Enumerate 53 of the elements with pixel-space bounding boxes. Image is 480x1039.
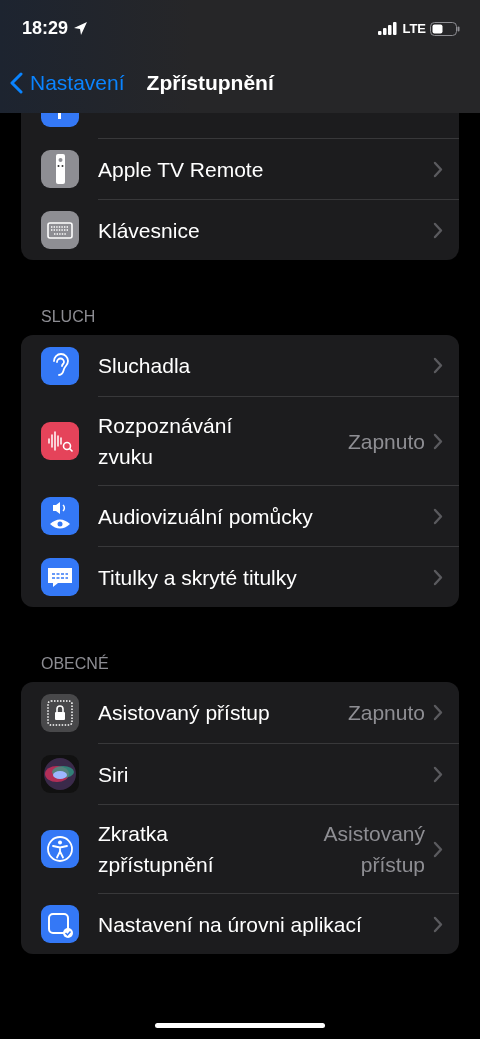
section-header: OBECNÉ [40, 653, 110, 674]
settings-row[interactable]: Siri [21, 743, 459, 804]
siri-icon [41, 754, 79, 793]
signal-icon [378, 22, 399, 35]
speaker-eye-icon [41, 496, 79, 535]
sound-search-icon [41, 421, 79, 460]
chevron-icon [433, 357, 443, 374]
row-label: Titulky a skryté titulky [98, 564, 298, 591]
remote-icon [41, 149, 79, 188]
accessibility-icon [41, 829, 79, 868]
settings-row[interactable]: Zkratka zpřístupnění Asistovaný přístup [21, 804, 459, 893]
chevron-icon [433, 432, 443, 450]
status-time: 18:29 [22, 18, 69, 39]
chevron-icon [433, 160, 443, 178]
settings-row[interactable]: Sluchadla [21, 335, 459, 396]
row-label: Asistovaný přístup [98, 700, 271, 726]
back-button[interactable]: Nastavení [10, 71, 125, 95]
caption-bubble-icon [41, 557, 79, 596]
chevron-icon [433, 704, 443, 721]
settings-row[interactable]: Klávesnice [21, 199, 459, 260]
row-value: Zapnuto [347, 428, 425, 455]
settings-row[interactable]: Rozpoznávání zvuku Zapnuto [21, 396, 459, 485]
chevron-icon [433, 221, 443, 239]
row-label: Siri [98, 761, 130, 788]
row-label: Klávesnice [98, 217, 201, 244]
row-label: Zkratka zpřístupnění [98, 821, 215, 878]
row-label: Audiovizuální pomůcky [98, 503, 314, 530]
chevron-icon [433, 568, 443, 586]
row-value: Asistovaný přístup [323, 821, 425, 878]
chevron-icon [433, 840, 443, 858]
ear-icon [41, 346, 79, 385]
row-label: Sluchadla [98, 353, 192, 379]
chevron-icon [433, 507, 443, 525]
chevron-icon [433, 765, 443, 783]
settings-row[interactable]: Apple TV Remote [21, 138, 459, 199]
lock-icon [41, 693, 79, 732]
settings-row[interactable]: Nastavení na úrovni aplikací [21, 893, 459, 954]
settings-row[interactable]: Titulky a skryté titulky [21, 546, 459, 607]
chevron-icon [433, 915, 443, 933]
battery-icon [430, 21, 460, 36]
settings-row[interactable]: Asistovaný přístup Zapnuto [21, 682, 459, 743]
section-header: SLUCH [40, 307, 97, 327]
row-label: Rozpoznávání zvuku [98, 413, 234, 470]
location-arrow-icon [73, 21, 89, 36]
keyboard-icon [41, 210, 79, 249]
network-type: LTE [402, 21, 426, 36]
page-title: Zpřístupnění [146, 71, 274, 95]
back-chevron-icon [10, 72, 23, 94]
row-value: Zapnuto [347, 700, 425, 726]
row-label: Apple TV Remote [98, 156, 265, 183]
app-check-icon [41, 904, 79, 943]
row-label: Nastavení na úrovni aplikací [98, 911, 363, 938]
settings-row[interactable]: Audiovizuální pomůcky [21, 485, 459, 546]
